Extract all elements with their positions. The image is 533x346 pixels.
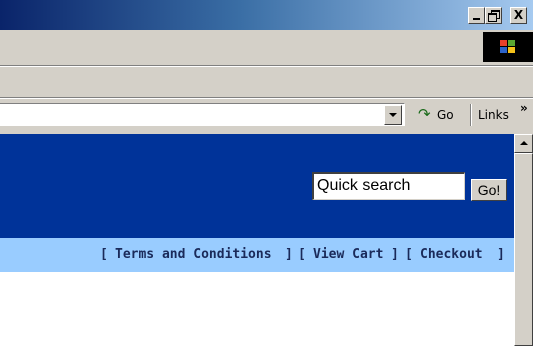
links-chevron-icon[interactable]: » xyxy=(520,101,528,115)
window-title-bar[interactable]: X xyxy=(0,0,533,30)
restore-button[interactable] xyxy=(485,7,502,24)
nav-strip: [ Terms and Conditions ] [ View Cart ] [… xyxy=(0,238,514,272)
chevron-down-icon xyxy=(389,113,397,117)
nav-bracket-close: ] xyxy=(391,247,399,262)
address-input[interactable] xyxy=(0,103,405,126)
scroll-up-button[interactable] xyxy=(514,134,533,153)
nav-bracket-open: [ xyxy=(100,247,108,262)
close-button[interactable]: X xyxy=(510,7,527,24)
nav-bracket-open: [ xyxy=(405,247,413,262)
quick-search-input[interactable]: Quick search xyxy=(312,172,465,200)
go-arrow-icon: ↷ xyxy=(418,105,431,123)
nav-link-checkout[interactable]: Checkout xyxy=(420,238,483,272)
quick-search-go-button[interactable]: Go! xyxy=(471,179,507,201)
minimize-icon xyxy=(473,18,480,20)
menu-bar xyxy=(0,30,533,66)
vertical-scrollbar[interactable] xyxy=(514,134,533,346)
nav-bracket-close: ] xyxy=(497,247,505,262)
site-header-banner: Quick search Go! xyxy=(0,134,514,238)
page-content: Quick search Go! [ Terms and Conditions … xyxy=(0,134,514,346)
address-bar: ↷ Go Links » xyxy=(0,98,533,134)
scroll-thumb[interactable] xyxy=(514,153,533,346)
nav-bracket-close: ] xyxy=(285,247,293,262)
toolbar-separator xyxy=(470,104,472,126)
nav-link-terms[interactable]: Terms and Conditions xyxy=(115,238,272,272)
standard-toolbar xyxy=(0,66,533,98)
chevron-up-icon xyxy=(520,141,528,145)
close-icon: X xyxy=(513,8,524,22)
go-label: Go xyxy=(437,108,454,122)
nav-link-view-cart[interactable]: View Cart xyxy=(313,238,383,272)
minimize-button[interactable] xyxy=(468,7,485,24)
windows-flag-icon xyxy=(500,40,516,54)
nav-bracket-open: [ xyxy=(298,247,306,262)
restore-icon-front xyxy=(488,13,497,22)
throbber xyxy=(483,32,533,62)
go-button[interactable]: ↷ Go xyxy=(412,104,462,126)
links-button[interactable]: Links xyxy=(478,104,509,126)
address-dropdown-button[interactable] xyxy=(384,105,402,125)
